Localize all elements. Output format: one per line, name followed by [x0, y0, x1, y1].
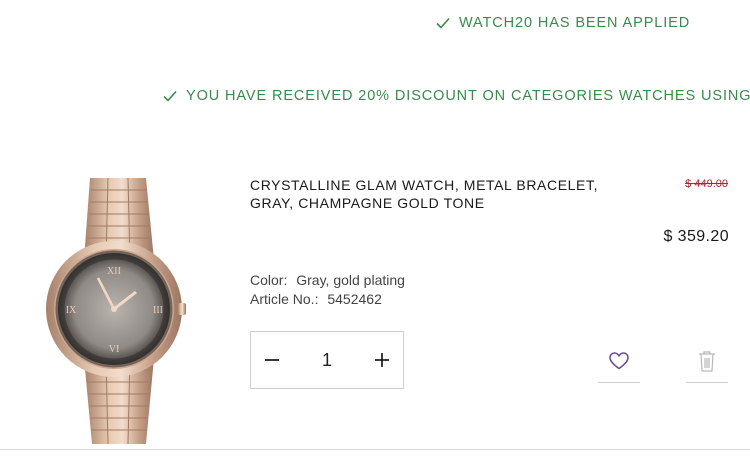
article-label: Article No.:	[250, 291, 319, 307]
svg-text:IX: IX	[66, 305, 77, 316]
discount-message: YOU HAVE RECEIVED 20% DISCOUNT ON CATEGO…	[163, 88, 750, 104]
product-title-line-2: GRAY, CHAMPAGNE GOLD TONE	[250, 195, 485, 211]
heart-icon	[609, 352, 629, 370]
discounted-price: $ 359.20	[663, 228, 729, 245]
add-to-wishlist-button[interactable]	[598, 340, 640, 383]
divider	[0, 449, 750, 450]
svg-text:VI: VI	[109, 344, 120, 355]
discount-text: YOU HAVE RECEIVED 20% DISCOUNT ON CATEGO…	[186, 88, 750, 104]
product-image[interactable]: XII III VI IX	[38, 168, 188, 450]
check-icon	[436, 17, 450, 29]
article-row: Article No.: 5452462	[250, 290, 405, 309]
increase-quantity-button[interactable]	[361, 332, 403, 388]
color-label: Color:	[250, 272, 288, 288]
plus-icon	[375, 353, 389, 367]
promo-code-applied-message: WATCH20 HAS BEEN APPLIED	[436, 15, 690, 31]
color-row: Color: Gray, gold plating	[250, 271, 405, 290]
original-price: $ 449.00	[685, 178, 728, 190]
minus-icon	[265, 359, 279, 361]
color-value: Gray, gold plating	[296, 272, 405, 288]
product-title-line-1: CRYSTALLINE GLAM WATCH, METAL BRACELET,	[250, 177, 599, 193]
svg-text:XII: XII	[107, 266, 121, 277]
svg-text:III: III	[153, 305, 163, 316]
product-title[interactable]: CRYSTALLINE GLAM WATCH, METAL BRACELET, …	[250, 176, 630, 212]
check-icon	[163, 90, 177, 102]
product-details: Color: Gray, gold plating Article No.: 5…	[250, 271, 405, 309]
decrease-quantity-button[interactable]	[251, 332, 293, 388]
promo-code-applied-text: WATCH20 HAS BEEN APPLIED	[459, 15, 691, 31]
article-value: 5452462	[327, 291, 382, 307]
quantity-stepper: 1	[250, 331, 404, 389]
remove-item-button[interactable]	[686, 340, 728, 383]
quantity-value[interactable]: 1	[293, 350, 361, 371]
trash-icon	[699, 351, 715, 372]
